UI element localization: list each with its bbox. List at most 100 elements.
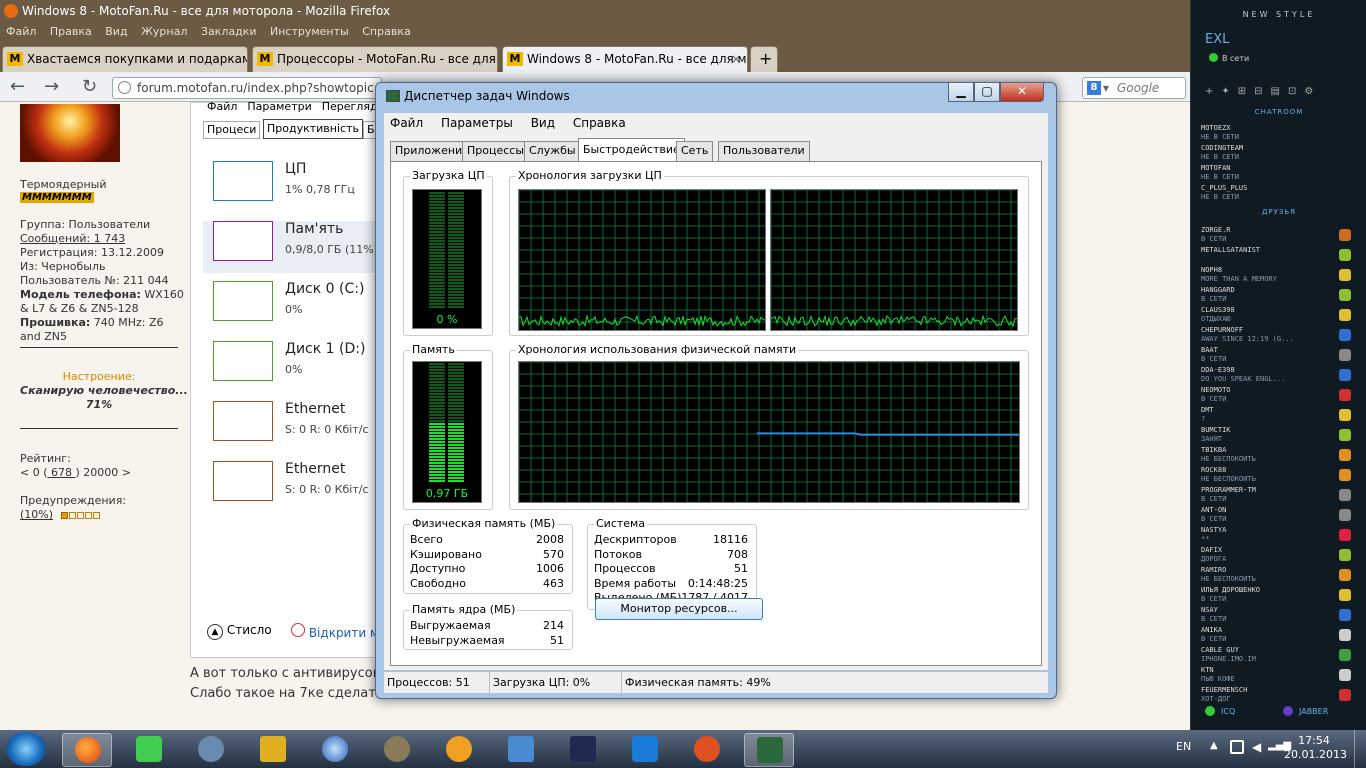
maximize-button[interactable]: ▢ (974, 83, 1000, 102)
contact-name: CLAUS398 (1201, 306, 1235, 314)
taskbar-firefox[interactable] (62, 733, 112, 767)
contact-item[interactable]: HANGGARD В СЕТИ (1201, 286, 1351, 304)
contact-item[interactable]: DDA-E398 DO YOU SPEAK ENGL... (1201, 366, 1351, 384)
win8-item-memory: Пам'ять 0,9/8,0 ГБ (11%) (203, 221, 383, 273)
taskbar-gimp[interactable] (372, 733, 422, 767)
forward-arrow-icon[interactable]: → (44, 76, 59, 97)
url-bar[interactable]: forum.motofan.ru/index.php?showtopic=173 (112, 77, 382, 99)
qip-account-status[interactable]: В сети (1209, 53, 1249, 63)
contact-item[interactable]: BUMCTIK ЗАНЯТ (1201, 426, 1351, 444)
contact-item[interactable]: METALLSATANIST (1201, 246, 1351, 255)
meter-segment (429, 387, 445, 389)
search-input[interactable]: 8 ▾ Google (1082, 77, 1186, 99)
speaker-icon[interactable]: ◀ (1252, 740, 1261, 754)
dropdown-arrow-icon[interactable]: ▾ (1103, 78, 1109, 98)
meter-segment (429, 219, 445, 221)
meter-segment (448, 222, 464, 224)
tm-menu-file[interactable]: Файл (390, 116, 423, 130)
contact-item[interactable]: NSAY В СЕТИ (1201, 606, 1351, 624)
menu-edit[interactable]: Правка (50, 22, 92, 42)
contact-item[interactable]: NEOMOTO В СЕТИ (1201, 386, 1351, 404)
contact-status: В СЕТИ (1201, 395, 1227, 403)
menu-help[interactable]: Справка (362, 22, 410, 42)
show-desktop-button[interactable] (1354, 730, 1366, 768)
contact-item[interactable]: ANT-ON В СЕТИ (1201, 506, 1351, 524)
contact-item[interactable]: DAFIX ДОРОГА (1201, 546, 1351, 564)
network-icon[interactable] (1230, 740, 1244, 754)
rating-link[interactable]: 678 (48, 466, 76, 479)
tab-users[interactable]: Пользователи (718, 141, 810, 161)
tm-menu-view[interactable]: Вид (531, 116, 555, 130)
meter-segment (429, 234, 445, 236)
back-arrow-icon[interactable]: ← (10, 76, 25, 97)
contact-item[interactable]: TBIKBA НЕ БЕСПОКОИТЬ (1201, 446, 1351, 464)
contact-item[interactable]: CHEPURNOFF AWAY SINCE 12:19 (G... (1201, 326, 1351, 344)
taskbar-qt[interactable] (124, 733, 174, 767)
firefox-titlebar[interactable]: Windows 8 - MotoFan.Ru - все для моторол… (0, 0, 1190, 22)
contact-status: НЕ БЕСПОКОИТЬ (1201, 475, 1256, 483)
taskbar-app4[interactable] (248, 733, 298, 767)
new-tab-button[interactable]: + (750, 46, 778, 72)
resource-monitor-button[interactable]: Монитор ресурсов... (595, 598, 763, 620)
meter-segment (429, 375, 445, 377)
taskbar-aimp[interactable] (434, 733, 484, 767)
contact-item[interactable]: KTN ПЬЮ КОФЕ (1201, 666, 1351, 684)
contact-item[interactable]: C_PLUS_PLUS НЕ В СЕТИ (1201, 184, 1351, 202)
tray-arrow-icon[interactable]: ▲ (1210, 740, 1218, 751)
meter-segment (448, 387, 464, 389)
contact-item[interactable]: CLAUS398 ОТДЫХАЮ (1201, 306, 1351, 324)
contact-item[interactable]: PROGRAMMER-TM В СЕТИ (1201, 486, 1351, 504)
qip-toolbar[interactable]: +✦⊞⊟▤⊡⚙ (1205, 86, 1321, 97)
taskbar-teamviewer[interactable] (620, 733, 670, 767)
minimize-button[interactable]: ▁ (948, 83, 974, 102)
user-posts-link[interactable]: Сообщений: 1 743 (20, 232, 125, 245)
contact-item[interactable]: ИЛЬЯ ДОРОШЕНКО В СЕТИ (1201, 586, 1351, 604)
tab-purchases[interactable]: M Хвастаемся покупками и подаркам... (2, 46, 248, 72)
contact-item[interactable]: NOPH8 MORE THAN A MEMORY (1201, 266, 1351, 284)
taskbar-visualstudio[interactable] (558, 733, 608, 767)
menu-tools[interactable]: Инструменты (270, 22, 349, 42)
contact-item[interactable]: ANIKA В СЕТИ (1201, 626, 1351, 644)
tab-services[interactable]: Службы (524, 141, 581, 161)
contact-item[interactable]: DMT? (1201, 406, 1351, 424)
taskbar-thunderbird[interactable] (310, 733, 360, 767)
contact-item[interactable]: NASTYA ** (1201, 526, 1351, 544)
tm-menu-options[interactable]: Параметры (441, 116, 513, 130)
menu-bookmarks[interactable]: Закладки (201, 22, 257, 42)
meter-segment (429, 438, 445, 440)
menu-view[interactable]: Вид (105, 22, 127, 42)
reload-icon[interactable]: ↻ (82, 76, 97, 97)
tab-network[interactable]: Сеть (676, 141, 714, 161)
contact-item[interactable]: FEUERMENSCH ХОТ-ДОГ (1201, 686, 1351, 704)
task-manager-window[interactable]: Диспетчер задач Windows ▁ ▢ ✕ Файл Парам… (375, 82, 1057, 699)
menu-history[interactable]: Журнал (141, 22, 187, 42)
contact-item[interactable]: ROCK88 НЕ БЕСПОКОИТЬ (1201, 466, 1351, 484)
contact-item[interactable]: CODINGTEAM НЕ В СЕТИ (1201, 144, 1351, 162)
clock[interactable]: 17:54 20.01.2013 (1284, 734, 1347, 762)
menu-file[interactable]: Файл (6, 22, 36, 42)
close-tab-icon[interactable]: × (731, 47, 741, 71)
taskbar-app3[interactable] (186, 733, 236, 767)
taskbar-taskmanager[interactable] (744, 733, 794, 767)
contact-item[interactable]: MOTOEZX НЕ В СЕТИ (1201, 124, 1351, 142)
contact-item[interactable]: ZORGE.R В СЕТИ (1201, 226, 1351, 244)
language-indicator[interactable]: EN (1176, 740, 1191, 753)
contact-item[interactable]: MOTOFAN НЕ В СЕТИ (1201, 164, 1351, 182)
meter-segment (448, 261, 464, 263)
contact-item[interactable]: BAAT В СЕТИ (1201, 346, 1351, 364)
tab-processes[interactable]: Процессы (462, 141, 530, 161)
taskbar-burn[interactable] (682, 733, 732, 767)
meter-segment (429, 444, 445, 446)
tm-titlebar[interactable]: Диспетчер задач Windows (386, 89, 570, 103)
tab-processors[interactable]: M Процессоры - MotoFan.Ru - все для... (252, 46, 498, 72)
contact-item[interactable]: RAMIRO НЕ БЕСПОКОИТЬ (1201, 566, 1351, 584)
jabber-status[interactable]: JABBER (1283, 706, 1328, 716)
icq-status[interactable]: ICQ (1205, 706, 1235, 716)
tm-menu-help[interactable]: Справка (573, 116, 626, 130)
contact-item[interactable]: CABLE GUY IPHONE.IMO.IM (1201, 646, 1351, 664)
tab-windows8[interactable]: M Windows 8 - MotoFan.Ru - все для м... × (502, 46, 748, 72)
start-button[interactable] (6, 732, 46, 766)
taskbar-wxdev[interactable] (496, 733, 546, 767)
tab-performance[interactable]: Быстродействие (578, 138, 685, 162)
close-button[interactable]: ✕ (1000, 83, 1044, 102)
